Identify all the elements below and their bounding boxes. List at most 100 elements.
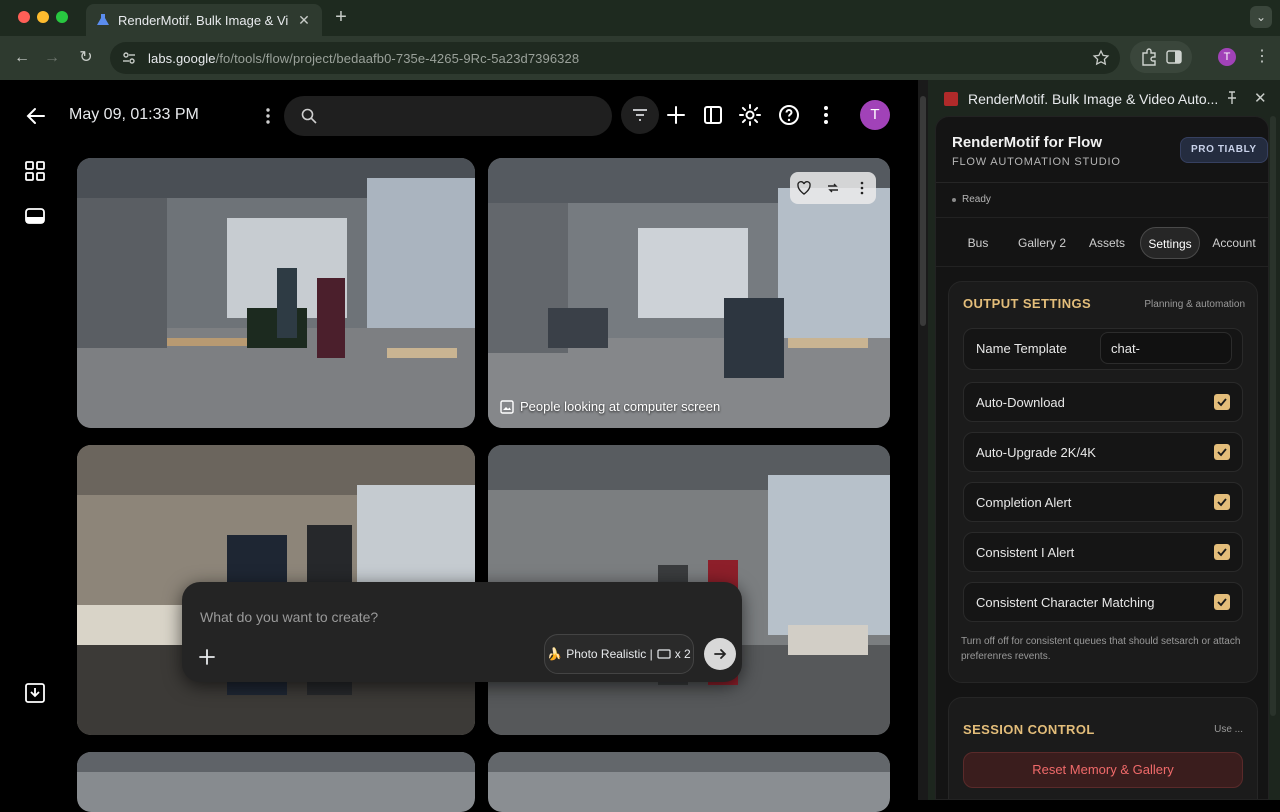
image-tile[interactable]	[488, 752, 890, 812]
toggle-label: Consistent I Alert	[976, 545, 1075, 560]
checkbox-checked[interactable]	[1214, 494, 1230, 510]
name-template-row: Name Template	[963, 328, 1243, 370]
arrow-right-icon	[714, 649, 727, 659]
scenebuilder-icon[interactable]	[24, 206, 46, 228]
browser-profile-avatar[interactable]: T	[1218, 48, 1236, 66]
toggle-label: Auto-Download	[976, 395, 1065, 410]
name-template-label: Name Template	[976, 341, 1067, 356]
flask-icon	[97, 14, 109, 25]
forward-icon[interactable]: →	[42, 48, 62, 68]
browser-tab-bar: RenderMotif. Bulk Image & Video ✕ + ⌄	[0, 0, 1280, 36]
tile-more-icon[interactable]	[854, 180, 870, 196]
back-icon[interactable]: ←	[12, 48, 32, 68]
image-icon	[500, 399, 514, 414]
tab-bus[interactable]: Bus	[958, 227, 998, 259]
side-panel-scrollbar[interactable]	[1270, 116, 1276, 716]
brand-subtitle: FLOW AUTOMATION STUDIO	[952, 156, 1121, 168]
filter-icon	[633, 109, 647, 121]
checkbox-checked[interactable]	[1214, 544, 1230, 560]
url-text: labs.google/fo/tools/flow/project/bedaaf…	[148, 50, 580, 66]
send-button[interactable]	[704, 638, 736, 670]
puzzle-icon[interactable]	[1139, 47, 1159, 67]
checkbox-checked[interactable]	[1214, 594, 1230, 610]
toggle-row-auto-upgrade[interactable]: Auto-Upgrade 2K/4K	[963, 432, 1243, 472]
add-icon[interactable]	[664, 103, 688, 127]
search-bar[interactable]	[284, 96, 612, 136]
browser-tab[interactable]: RenderMotif. Bulk Image & Video ✕	[86, 4, 322, 36]
settings-gear-icon[interactable]	[738, 103, 762, 127]
search-input[interactable]	[328, 104, 598, 128]
main-scrollbar-thumb[interactable]	[920, 96, 926, 326]
pin-icon[interactable]	[1224, 90, 1240, 106]
status-text: Ready	[962, 194, 991, 205]
minimize-window-button[interactable]	[37, 11, 49, 23]
check-icon	[1217, 498, 1227, 507]
address-bar[interactable]: labs.google/fo/tools/flow/project/bedaaf…	[110, 42, 1120, 74]
reload-icon[interactable]: ↻	[76, 48, 96, 68]
download-box-icon[interactable]	[24, 682, 46, 704]
toggle-row-consistent-alert[interactable]: Consistent I Alert	[963, 532, 1243, 572]
user-avatar[interactable]: T	[860, 100, 890, 130]
prompt-input[interactable]	[200, 606, 720, 628]
toggle-row-character-matching[interactable]: Consistent Character Matching	[963, 582, 1243, 622]
help-icon[interactable]	[777, 103, 801, 127]
session-control-heading: SESSION CONTROL	[963, 722, 1095, 737]
bookmark-star-icon[interactable]	[1092, 49, 1110, 67]
tab-gallery[interactable]: Gallery 2	[1012, 227, 1072, 259]
prompt-composer: 🍌 Photo Realistic | x 2	[182, 582, 742, 682]
output-settings-heading: OUTPUT SETTINGS	[963, 296, 1092, 311]
new-tab-button[interactable]: +	[330, 6, 352, 28]
toggle-label: Completion Alert	[976, 495, 1072, 510]
layout-toggle-icon[interactable]	[701, 103, 725, 127]
check-icon	[1217, 548, 1227, 557]
session-control-hint: Use ...	[1214, 724, 1243, 735]
extension-header: RenderMotif for Flow FLOW AUTOMATION STU…	[936, 117, 1268, 183]
extension-logo-icon	[944, 92, 958, 106]
more-vert-icon[interactable]	[814, 103, 838, 127]
maximize-window-button[interactable]	[56, 11, 68, 23]
extension-tabs: Bus Gallery 2 Assets Settings Account	[936, 217, 1268, 267]
image-tile[interactable]: People looking at computer screen	[488, 158, 890, 428]
generation-mode-chip[interactable]: 🍌 Photo Realistic | x 2	[544, 634, 694, 674]
flow-project-view: May 09, 01:33 PM T People looking at com…	[0, 80, 928, 812]
tab-assets[interactable]: Assets	[1082, 227, 1132, 259]
plan-badge: PRO TIABLY	[1180, 137, 1268, 163]
tile-caption: People looking at computer screen	[500, 399, 720, 414]
toggle-row-completion-alert[interactable]: Completion Alert	[963, 482, 1243, 522]
site-settings-icon[interactable]	[120, 49, 138, 67]
status-dot	[952, 197, 956, 202]
checkbox-checked[interactable]	[1214, 394, 1230, 410]
project-more-icon[interactable]	[258, 104, 278, 128]
back-arrow-icon[interactable]	[24, 104, 48, 128]
close-panel-icon[interactable]: ✕	[1254, 89, 1267, 107]
reset-memory-button[interactable]: Reset Memory & Gallery	[963, 752, 1243, 788]
check-icon	[1217, 398, 1227, 407]
heart-icon[interactable]	[796, 180, 812, 196]
toggle-row-auto-download[interactable]: Auto-Download	[963, 382, 1243, 422]
brand-title: RenderMotif for Flow	[952, 134, 1102, 151]
image-tile[interactable]	[77, 158, 475, 428]
session-control-card: SESSION CONTROL Use ... Reset Memory & G…	[948, 697, 1258, 799]
tab-settings[interactable]: Settings	[1140, 227, 1200, 259]
output-settings-card: OUTPUT SETTINGS Planning & automation Na…	[948, 281, 1258, 683]
checkbox-checked[interactable]	[1214, 444, 1230, 460]
browser-menu-icon[interactable]: ⋮	[1254, 46, 1270, 66]
close-tab-icon[interactable]: ✕	[296, 12, 312, 29]
tab-title: RenderMotif. Bulk Image & Video	[118, 12, 288, 28]
name-template-input[interactable]	[1100, 332, 1232, 364]
tile-caption-text: People looking at computer screen	[520, 399, 721, 414]
tab-search-button[interactable]: ⌄	[1250, 6, 1272, 28]
side-panel-icon[interactable]	[1164, 47, 1184, 67]
office-image	[488, 752, 890, 812]
aspect-ratio-icon	[657, 649, 671, 659]
filter-button[interactable]	[621, 96, 659, 134]
image-tile[interactable]	[77, 752, 475, 812]
search-icon	[301, 108, 317, 124]
grid-view-icon[interactable]	[24, 160, 46, 182]
check-icon	[1217, 448, 1227, 457]
tab-account[interactable]: Account	[1206, 227, 1262, 259]
close-window-button[interactable]	[18, 11, 30, 23]
add-media-icon[interactable]	[198, 648, 216, 666]
extensions-group	[1130, 41, 1192, 73]
reuse-icon[interactable]	[825, 180, 841, 196]
